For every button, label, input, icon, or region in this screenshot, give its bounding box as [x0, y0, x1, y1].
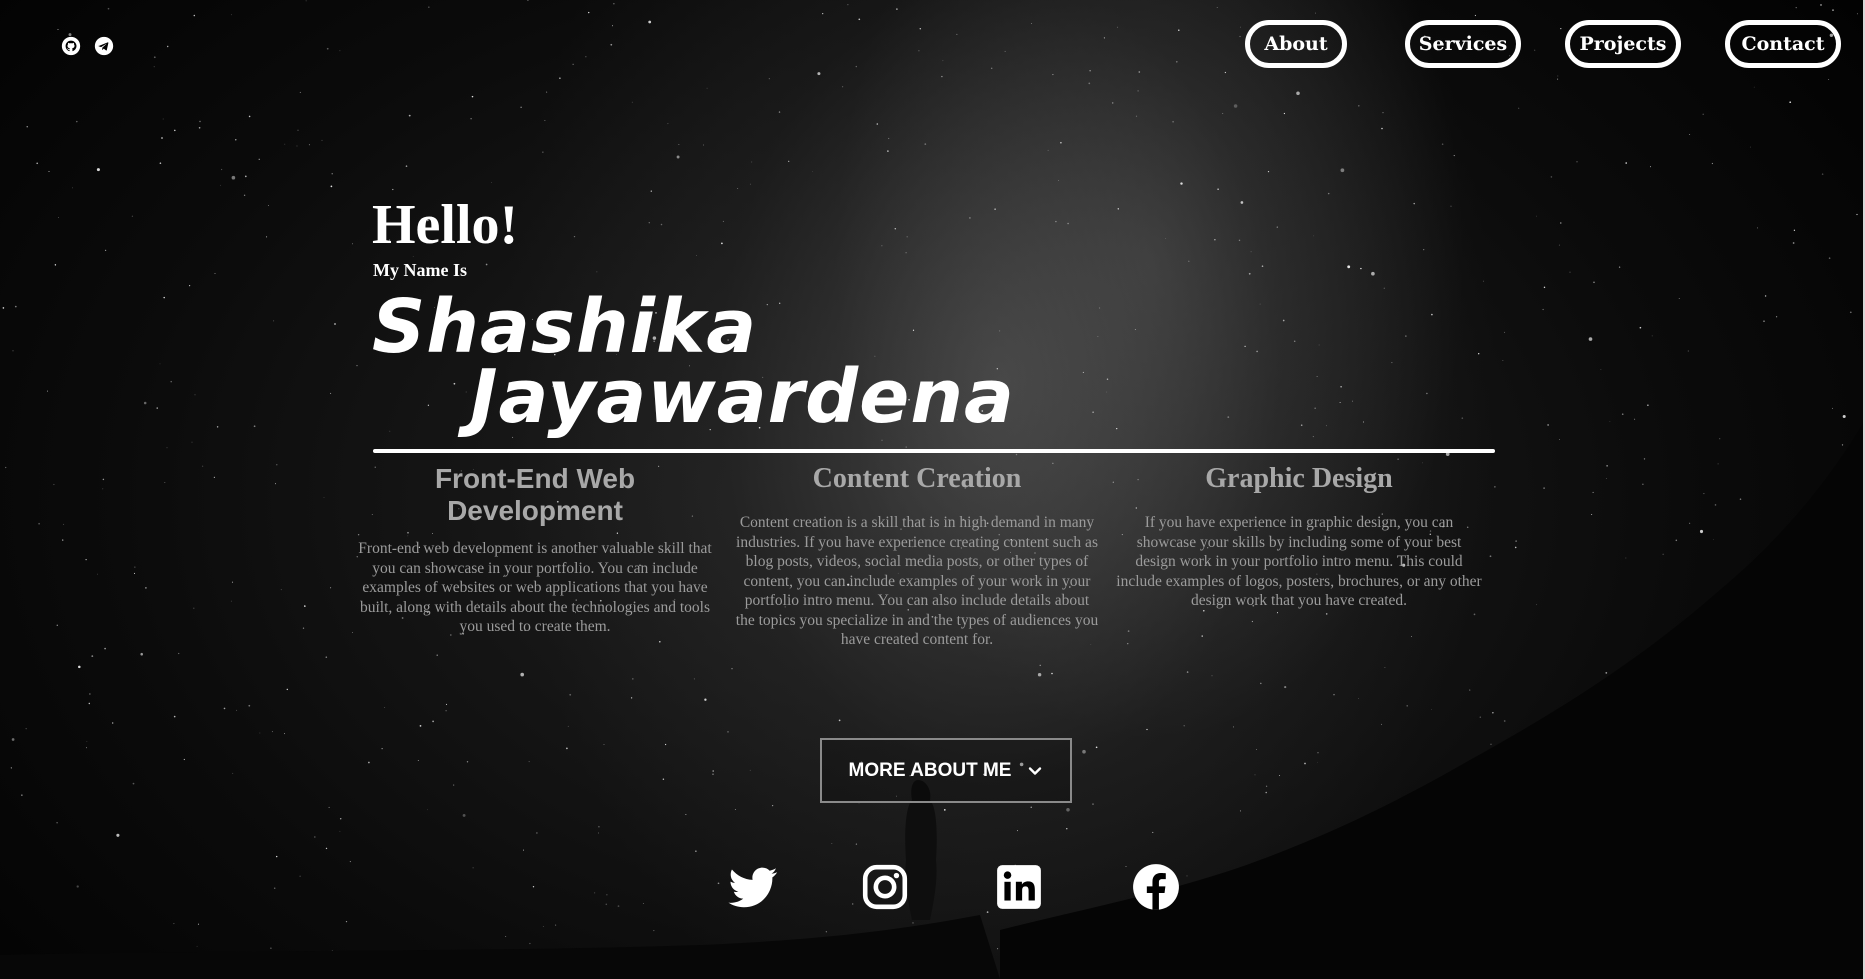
skill-card-content-creation: Content Creation Content creation is a s…	[734, 463, 1100, 650]
nav-projects-button[interactable]: Projects	[1565, 20, 1681, 68]
skill-card-frontend: Front-End Web Development Front-end web …	[352, 463, 718, 637]
skill-description: Content creation is a skill that is in h…	[735, 514, 1099, 648]
top-navigation: About Services Projects Contact	[0, 20, 1865, 76]
portfolio-page: About Services Projects Contact Hello! M…	[0, 0, 1865, 979]
linkedin-icon[interactable]	[994, 862, 1044, 912]
facebook-icon[interactable]	[1131, 862, 1181, 912]
last-name: Jayawardena	[470, 354, 1015, 440]
skill-description: Front-end web development is another val…	[358, 540, 712, 635]
nav-services-button[interactable]: Services	[1405, 20, 1521, 68]
more-about-me-button[interactable]: MORE ABOUT ME	[820, 738, 1072, 803]
skill-description: If you have experience in graphic design…	[1116, 514, 1482, 609]
nav-about-button[interactable]: About	[1245, 20, 1347, 68]
skill-card-graphic-design: Graphic Design If you have experience in…	[1116, 463, 1482, 611]
skill-title: Content Creation	[812, 463, 1022, 494]
social-links	[0, 862, 1865, 914]
greeting-heading: Hello!	[372, 194, 519, 256]
twitter-icon[interactable]	[728, 862, 778, 912]
instagram-icon[interactable]	[860, 862, 910, 912]
more-about-me-label: MORE ABOUT ME	[848, 759, 1012, 781]
hero-divider	[373, 449, 1495, 453]
skill-title: Front-End Web Development	[434, 463, 636, 526]
nav-contact-button[interactable]: Contact	[1725, 20, 1841, 68]
skill-title: Graphic Design	[1205, 463, 1393, 494]
chevron-down-icon	[1029, 766, 1042, 775]
intro-text: My Name Is	[373, 260, 467, 280]
